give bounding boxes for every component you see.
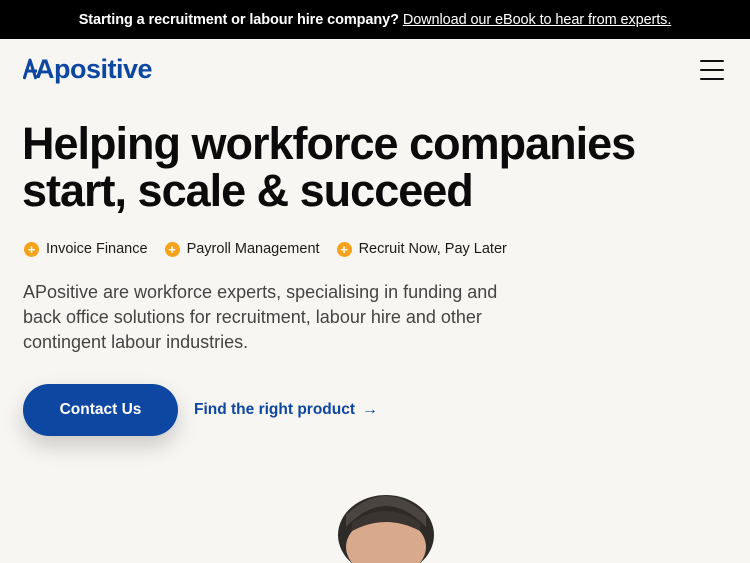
contact-us-button[interactable]: Contact Us	[23, 384, 178, 436]
feature-list: + Invoice Finance + Payroll Management +…	[24, 238, 524, 260]
feature-label: Recruit Now, Pay Later	[358, 241, 507, 257]
feature-item-recruit-now-pay-later: + Recruit Now, Pay Later	[336, 241, 507, 257]
plus-circle-icon: +	[164, 241, 180, 257]
announcement-bar: Starting a recruitment or labour hire co…	[0, 0, 750, 39]
plus-circle-icon: +	[24, 241, 39, 257]
hero-title-line2: start, scale & succeed	[22, 165, 474, 216]
ebook-download-link[interactable]: Download our eBook to hear from experts.	[403, 12, 672, 28]
plus-circle-icon: +	[336, 241, 352, 257]
hero-title-line1: Helping workforce companies	[22, 118, 636, 169]
person-portrait	[326, 485, 446, 563]
find-product-label: Find the right product	[194, 401, 356, 418]
feature-item-invoice-finance: + Invoice Finance	[24, 241, 148, 257]
feature-label: Invoice Finance	[46, 241, 148, 257]
hamburger-menu-icon[interactable]	[700, 60, 724, 80]
find-product-link[interactable]: Find the right product →	[194, 399, 378, 421]
announcement-text: Starting a recruitment or labour hire co…	[78, 11, 399, 28]
arrow-right-icon: →	[362, 401, 379, 418]
feature-label: Payroll Management	[186, 241, 320, 257]
hero-description: APositive are workforce experts, special…	[23, 282, 498, 352]
logo[interactable]: Apositive	[23, 53, 153, 85]
hero-title: Helping workforce companies start, scale…	[22, 120, 732, 214]
feature-item-payroll-management: + Payroll Management	[164, 241, 320, 257]
logo-text: Apositive	[35, 53, 153, 84]
